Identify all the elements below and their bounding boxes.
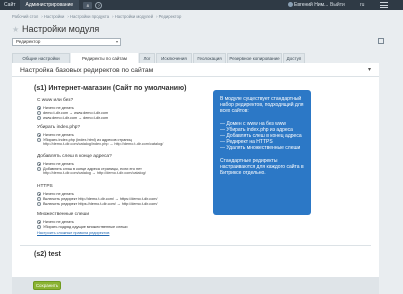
menu-icon[interactable] [380, 2, 388, 8]
question-title: Добавлять слеш в конце адреса? [37, 154, 112, 159]
module-select-value: Редиректор [16, 39, 41, 44]
radio-option[interactable]: Ничего не делать [37, 220, 74, 224]
radio-option[interactable]: Включить редирект http://demo.t-dir.com/… [37, 197, 157, 201]
breadcrumb-item[interactable]: Рабочий стол [12, 14, 38, 19]
complex-rules-link[interactable]: Настроить сложные правила редиректов [37, 231, 109, 235]
chevron-down-icon: ▾ [115, 39, 118, 44]
page-title: Настройки модуля [22, 24, 100, 34]
question-title: HTTPS [37, 184, 53, 189]
radio-option[interactable]: demo.t-dir.com → www.demo.t-dir.com [37, 111, 108, 115]
radio-label: Ничего не делать [43, 220, 74, 224]
radio-label: Убирать подряд идущие множественные слеш… [43, 225, 128, 229]
radio-label: Ничего не делать [43, 106, 74, 110]
tab-exceptions[interactable]: Исключения [156, 53, 192, 63]
panel-title: Настройка базовых редиректов по сайтам [20, 67, 154, 74]
section-title: (s1) Интернет-магазин (Сайт по умолчанию… [34, 85, 187, 92]
radio-button[interactable] [37, 197, 41, 201]
question-title: C www или без? [37, 98, 74, 103]
tab-site-redirects[interactable]: Редиректы по сайтам [71, 53, 138, 63]
radio-label: Ничего не делать [43, 162, 74, 166]
radio-example: http://demo.t-dir.com/catalog/index.php … [43, 142, 164, 147]
radio-button[interactable] [37, 116, 41, 120]
admin-link[interactable]: Администрирование [19, 0, 80, 10]
radio-label: www.demo.t-dir.com → demo.t-dir.com [43, 116, 109, 120]
radio-example: http://demo.t-dir.com/catalog → http://d… [43, 171, 146, 176]
radio-option[interactable]: Добавлять слэш в конце адреса страницы, … [37, 167, 146, 175]
tab-general-settings[interactable]: Общие настройки [12, 53, 70, 63]
radio-label: demo.t-dir.com → www.demo.t-dir.com [43, 111, 109, 115]
user-name[interactable]: Евгений Ним... [294, 0, 328, 10]
radio-label: Включить редирект http://demo.t-dir.com/… [43, 197, 158, 201]
info-box: В модуле существует стандартный набор ре… [213, 90, 311, 215]
avatar[interactable] [288, 2, 293, 7]
site-link[interactable]: Сайт [0, 0, 20, 10]
collapse-icon[interactable]: ▾ [368, 66, 371, 73]
language-switch[interactable]: ru [360, 0, 364, 10]
breadcrumb-item[interactable]: Настройки [44, 14, 65, 19]
settings-panel: Настройка базовых редиректов по сайтам ▾… [12, 63, 379, 277]
breadcrumb: Рабочий стол › Настройки › Настройки проду… [12, 14, 182, 19]
notifications-icon[interactable]: 8 [83, 1, 93, 9]
radio-option[interactable]: www.demo.t-dir.com → demo.t-dir.com [37, 116, 108, 120]
logout-link[interactable]: Выйти [330, 0, 345, 10]
section-title: (s2) test [34, 251, 61, 258]
radio-button[interactable] [37, 133, 41, 137]
admin-topbar: Сайт Администрирование 8 ? Евгений Ним..… [0, 0, 403, 10]
radio-button[interactable] [37, 220, 41, 224]
favorite-star-icon[interactable]: ★ [12, 25, 19, 34]
radio-option[interactable]: Убирать index.php (index.html) из адресо… [37, 138, 163, 146]
radio-label: Ничего не делать [43, 133, 74, 137]
breadcrumb-item[interactable]: Настройки модулей [115, 14, 153, 19]
tab-backup[interactable]: Резервное копирование [227, 53, 282, 63]
panel-header[interactable]: Настройка базовых редиректов по сайтам ▾ [12, 63, 379, 77]
radio-label: Ничего не делать [43, 192, 74, 196]
tab-access[interactable]: Доступ [283, 53, 305, 63]
radio-button[interactable] [37, 106, 41, 110]
radio-button[interactable] [37, 138, 41, 142]
radio-button[interactable] [37, 162, 41, 166]
info-item: — Удалять множественные слеши [220, 145, 301, 152]
info-intro: В модуле существует стандартный набор ре… [220, 96, 304, 115]
breadcrumb-item[interactable]: Редиректор [159, 14, 182, 19]
tab-log[interactable]: Лог [139, 53, 155, 63]
question-title: Множественные слеши [37, 212, 90, 217]
radio-option[interactable]: Ничего не делать [37, 133, 74, 137]
breadcrumb-item[interactable]: Настройки продукта [70, 14, 109, 19]
radio-option[interactable]: Убирать подряд идущие множественные слеш… [37, 225, 128, 229]
radio-label: Включить редирект https://demo.t-dir.com… [43, 202, 158, 206]
module-select[interactable]: Редиректор ▾ [12, 38, 121, 46]
radio-option[interactable]: Ничего не делать [37, 192, 74, 196]
radio-button[interactable] [37, 225, 41, 229]
question-title: Убирать index.php? [37, 125, 81, 130]
radio-button[interactable] [37, 167, 41, 171]
radio-option[interactable]: Ничего не делать [37, 162, 74, 166]
help-icon[interactable]: ? [95, 1, 103, 9]
radio-option[interactable]: Включить редирект https://demo.t-dir.com… [37, 202, 157, 206]
divider [20, 245, 371, 246]
save-button[interactable]: Сохранить [33, 281, 61, 290]
fullscreen-icon[interactable] [378, 38, 384, 44]
radio-button[interactable] [37, 192, 41, 196]
footer-bar [12, 277, 379, 294]
tab-bar: Общие настройки Редиректы по сайтам Лог … [12, 53, 379, 63]
tab-geolocation[interactable]: Геолокация [193, 53, 226, 63]
radio-button[interactable] [37, 202, 41, 206]
radio-button[interactable] [37, 111, 41, 115]
radio-option[interactable]: Ничего не делать [37, 106, 74, 110]
info-outro: Стандартные редиректы настраиваются для … [220, 157, 304, 177]
